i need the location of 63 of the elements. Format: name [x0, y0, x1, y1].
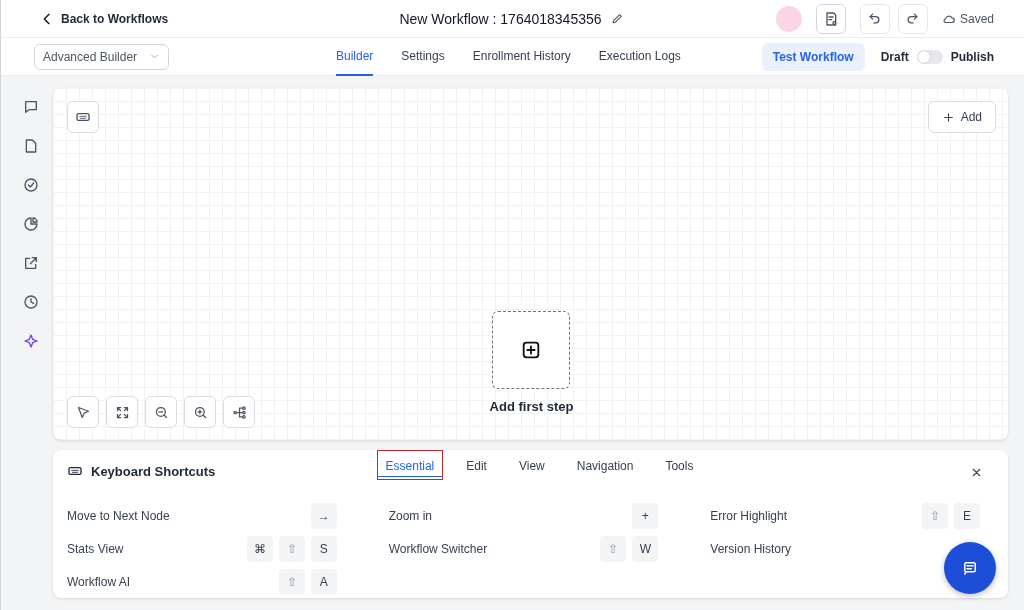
add-step-placeholder[interactable] — [492, 311, 571, 389]
shortcut-label: Move to Next Node — [67, 508, 170, 523]
document-icon — [23, 138, 39, 154]
clock-icon — [23, 294, 39, 310]
save-status: Saved — [959, 11, 994, 26]
workflow-title: New Workflow : 1764018345356 — [399, 10, 602, 27]
external-link-icon — [23, 255, 39, 271]
zoom-in-icon — [192, 404, 208, 420]
plus-icon — [941, 110, 955, 124]
document-button[interactable] — [815, 3, 846, 34]
shortcut-tab[interactable]: Tools — [656, 450, 703, 480]
publish-label: Publish — [950, 49, 994, 64]
shortcut-label: Workflow Switcher — [388, 541, 488, 556]
chat-bubble-icon — [23, 99, 39, 115]
zoom-out-icon — [153, 404, 169, 420]
canvas-tool-button[interactable] — [184, 396, 216, 428]
publish-toggle[interactable] — [916, 49, 943, 64]
fit-view-icon — [114, 404, 130, 420]
pointer-icon — [75, 404, 91, 420]
builder-dropdown[interactable]: Advanced Builder — [34, 43, 169, 70]
key-cap: + — [632, 502, 659, 529]
keyboard-button[interactable] — [67, 101, 99, 133]
key-cap: → — [310, 502, 337, 529]
shortcut-label: Workflow AI — [67, 574, 131, 589]
key-cap: A — [310, 568, 337, 595]
nav-tab[interactable]: Execution Logs — [598, 38, 681, 76]
shortcut-tab[interactable]: Navigation — [567, 450, 643, 480]
check-circle-icon — [23, 177, 39, 193]
nav-tab[interactable]: Builder — [336, 38, 374, 76]
shortcuts-title: Keyboard Shortcuts — [91, 463, 216, 479]
shortcut-tab[interactable]: Edit — [457, 450, 496, 480]
pie-chart-icon — [23, 216, 39, 232]
message-icon — [961, 559, 979, 577]
add-step-label: Add first step — [489, 399, 574, 414]
test-workflow-button[interactable]: Test Workflow — [761, 42, 865, 71]
shortcut-label: Stats View — [67, 541, 124, 556]
nav-tab[interactable]: Settings — [401, 38, 445, 76]
key-cap: W — [632, 535, 659, 562]
canvas-tool-button[interactable] — [145, 396, 177, 428]
shortcut-label: Version History — [710, 541, 792, 556]
key-cap: ⇧ — [600, 535, 627, 562]
pencil-icon — [611, 12, 625, 25]
redo-button[interactable] — [897, 3, 928, 34]
key-cap: E — [954, 502, 980, 529]
shortcut-label: Zoom in — [388, 508, 432, 523]
add-button[interactable]: Add — [927, 101, 996, 133]
back-link[interactable]: Back to Workflows — [39, 10, 169, 27]
key-cap: ⇧ — [922, 502, 948, 529]
key-cap: S — [310, 535, 337, 562]
key-cap: ⇧ — [278, 535, 305, 562]
branch-layout-icon — [231, 404, 247, 420]
canvas-tool-button[interactable] — [223, 396, 255, 428]
nav-tab[interactable]: Enrollment History — [472, 38, 571, 76]
shortcut-tab[interactable]: Essential — [376, 450, 444, 480]
undo-button[interactable] — [859, 3, 890, 34]
key-cap: ⇧ — [278, 568, 305, 595]
key-cap: ⌘ — [246, 535, 273, 562]
sparkle-icon — [23, 333, 39, 349]
shortcut-label: Error Highlight — [710, 508, 788, 523]
shortcut-tab[interactable]: View — [509, 450, 554, 480]
canvas-tool-button[interactable] — [67, 396, 99, 428]
draft-label: Draft — [880, 49, 909, 64]
canvas-tool-button[interactable] — [106, 396, 138, 428]
